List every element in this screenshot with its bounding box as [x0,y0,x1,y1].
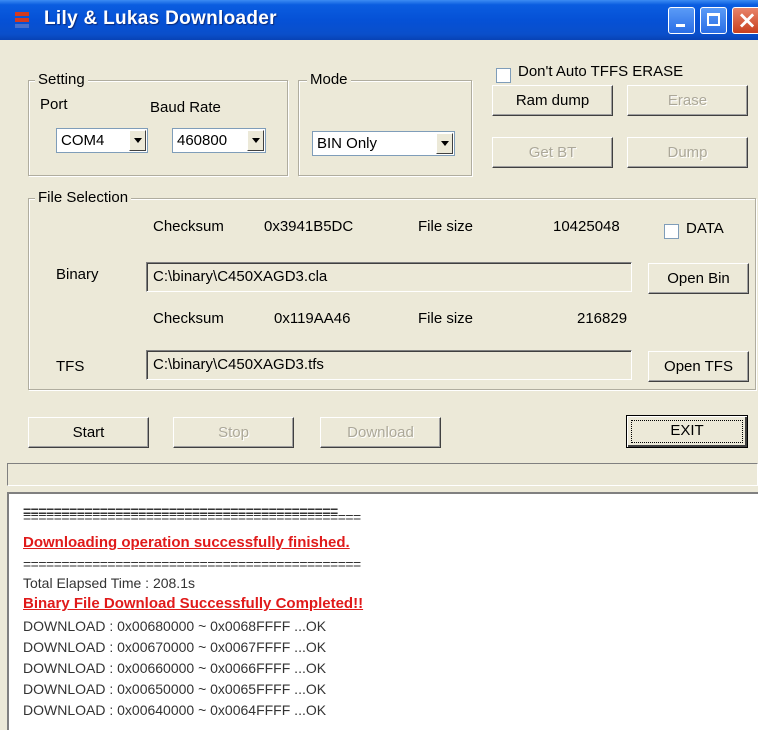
data-checkbox-label: DATA [686,220,724,237]
tfs-path-value: C:\binary\C450XAGD3.tfs [153,356,324,373]
chevron-down-icon[interactable] [436,133,453,154]
binary-checksum-label: Checksum [153,218,224,235]
binary-checksum-value: 0x3941B5DC [264,218,354,235]
minimize-button[interactable] [668,7,695,34]
log-download-line: DOWNLOAD : 0x00660000 ~ 0x0066FFFF ...OK [23,660,327,676]
setting-legend: Setting [35,71,88,88]
log-download-line: DOWNLOAD : 0x00680000 ~ 0x0068FFFF ...OK [23,618,327,634]
start-button[interactable]: Start [28,417,149,448]
binary-file-size-value: 10425048 [553,218,620,235]
maximize-button[interactable] [700,7,727,34]
binary-path-value: C:\binary\C450XAGD3.cla [153,268,328,285]
log-elapsed-time: Total Elapsed Time : 208.1s [23,575,195,591]
maximize-icon [707,13,720,26]
log-download-line: DOWNLOAD : 0x00670000 ~ 0x0067FFFF ...OK [23,639,327,655]
erase-button[interactable]: Erase [627,85,748,116]
log-separator: ========================================… [23,509,361,525]
ram-dump-button[interactable]: Ram dump [492,85,613,116]
mode-select-value: BIN Only [317,135,378,152]
port-select[interactable]: COM4 [56,128,148,153]
tfs-file-size-value: 216829 [577,310,628,327]
log-download-line: DOWNLOAD : 0x00650000 ~ 0x0065FFFF ...OK [23,681,327,697]
dont-auto-tffs-erase-label: Don't Auto TFFS ERASE [518,63,684,80]
data-checkbox[interactable] [664,224,679,239]
close-button[interactable]: × [732,6,758,34]
log-download-line: DOWNLOAD : 0x00640000 ~ 0x0064FFFF ...OK [23,702,327,718]
chevron-down-icon[interactable] [129,130,146,151]
mode-group: Mode [298,71,472,176]
mode-legend: Mode [307,71,351,88]
download-button[interactable]: Download [320,417,441,448]
log-separator: ========================================… [23,556,361,572]
close-icon: × [737,6,758,34]
tfs-label: TFS [56,358,85,375]
app-icon [15,12,29,28]
open-tfs-button[interactable]: Open TFS [648,351,749,382]
log-success-message: Downloading operation successfully finis… [23,534,350,551]
tfs-file-size-label: File size [418,310,474,327]
downloader-window: Lily & Lukas Downloader × Setting Port B… [0,0,758,730]
port-label: Port [40,96,68,113]
baud-rate-select-value: 460800 [177,132,228,149]
window-title: Lily & Lukas Downloader [44,8,277,29]
chevron-down-icon[interactable] [247,130,264,151]
exit-button[interactable]: EXIT [626,415,748,448]
tfs-checksum-value: 0x119AA46 [274,310,351,327]
exit-focus-rect [631,420,743,443]
baud-rate-select[interactable]: 460800 [172,128,266,153]
baud-rate-label: Baud Rate [150,99,221,116]
binary-file-size-label: File size [418,218,474,235]
download-progress-bar [7,463,758,486]
open-bin-button[interactable]: Open Bin [648,263,749,294]
get-bt-button[interactable]: Get BT [492,137,613,168]
mode-select[interactable]: BIN Only [312,131,455,156]
dump-button[interactable]: Dump [627,137,748,168]
dont-auto-tffs-erase-checkbox[interactable] [496,68,511,83]
log-output[interactable]: ========================================… [7,492,758,730]
stop-button[interactable]: Stop [173,417,294,448]
minimize-icon [676,24,685,27]
tfs-checksum-label: Checksum [153,310,224,327]
port-select-value: COM4 [61,132,105,149]
title-bar[interactable]: Lily & Lukas Downloader × [0,0,758,40]
file-selection-legend: File Selection [35,189,132,206]
binary-label: Binary [56,266,99,283]
tfs-path-field[interactable]: C:\binary\C450XAGD3.tfs [146,350,632,380]
log-binary-complete: Binary File Download Successfully Comple… [23,595,364,612]
binary-path-field[interactable]: C:\binary\C450XAGD3.cla [146,262,632,292]
